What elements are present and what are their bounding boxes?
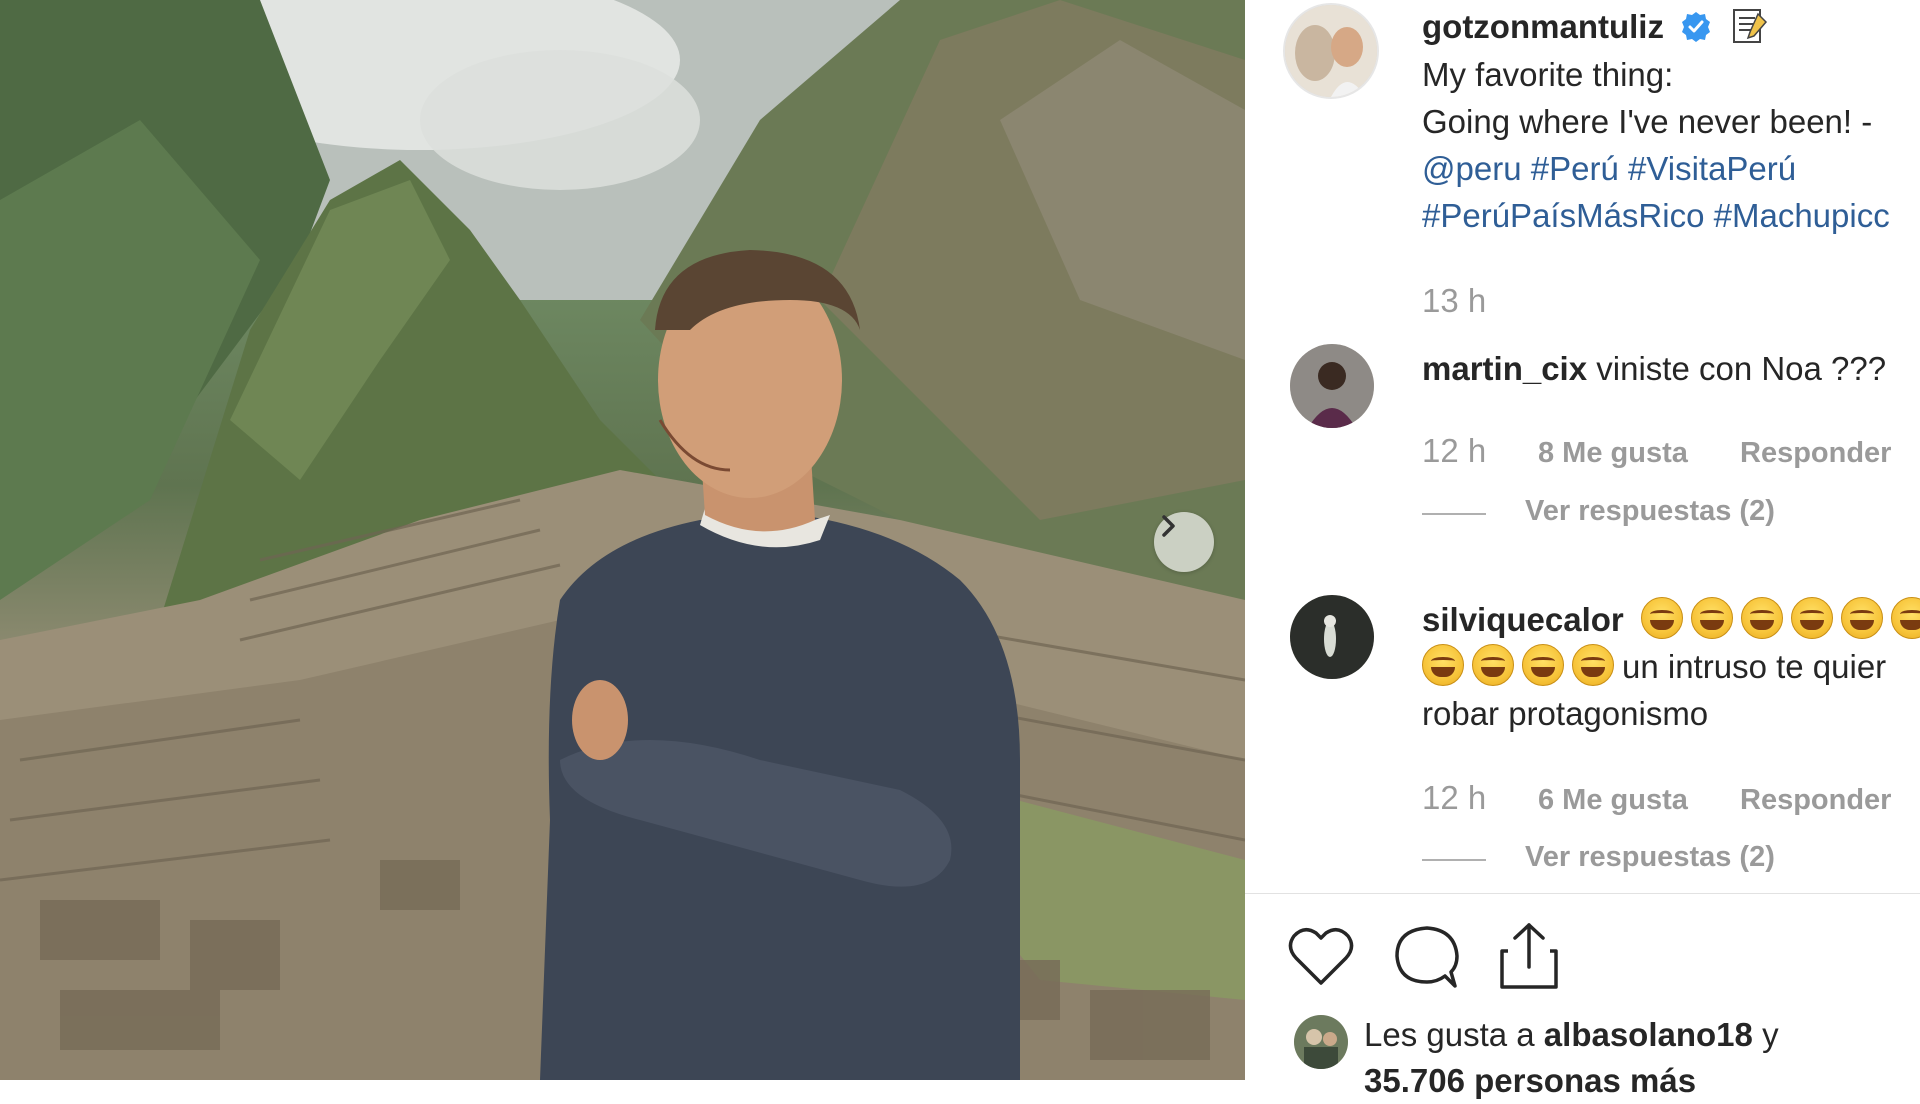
post-timestamp[interactable]: 13 h	[1422, 282, 1486, 320]
liked-by-user[interactable]: albasolano18	[1544, 1016, 1753, 1053]
likes-count[interactable]: 35.706 personas más	[1364, 1057, 1696, 1104]
laughing-emoji-icon	[1790, 597, 1833, 639]
laughing-emoji-icon	[1740, 597, 1783, 639]
comment-text-row: silviquecalor	[1422, 596, 1920, 643]
share-icon	[1500, 923, 1558, 989]
liked-by-summary: Les gusta a albasolano18 y	[1364, 1011, 1779, 1058]
machu-picchu-scene	[0, 0, 1245, 1080]
share-button[interactable]	[1498, 921, 1560, 996]
reply-button[interactable]: Responder	[1740, 437, 1891, 470]
chevron-right-icon	[1162, 515, 1175, 537]
comment-timestamp[interactable]: 12 h	[1422, 432, 1486, 470]
caption-line-2: Going where I've never been! -	[1422, 103, 1873, 140]
liked-by-suffix: y	[1762, 1016, 1779, 1053]
laughing-emoji-icon	[1890, 597, 1920, 639]
comment-text: un intruso te quier	[1622, 648, 1887, 685]
comment-icon	[1395, 926, 1459, 988]
replies-rule	[1422, 513, 1486, 515]
next-photo-button[interactable]	[1154, 512, 1214, 572]
memo-icon	[1733, 9, 1768, 43]
verified-badge-icon	[1682, 12, 1711, 42]
commenter-avatar[interactable]	[1290, 344, 1374, 428]
comment-text-line-3: robar protagonismo	[1422, 695, 1709, 732]
hashtag-link[interactable]: #Machupicc	[1714, 197, 1890, 234]
author-avatar[interactable]	[1283, 3, 1379, 99]
view-replies-link[interactable]: Ver respuestas (2)	[1525, 495, 1775, 528]
hashtag-link[interactable]: #PerúPaísMásRico	[1422, 197, 1704, 234]
comment-timestamp[interactable]: 12 h	[1422, 779, 1486, 817]
post-photo	[0, 0, 1245, 1080]
liker-avatar[interactable]	[1294, 1015, 1348, 1069]
view-replies-link[interactable]: Ver respuestas (2)	[1525, 841, 1775, 874]
laughing-emoji-icon	[1422, 644, 1464, 686]
laughing-emoji-icon	[1640, 597, 1683, 639]
comment-likes[interactable]: 6 Me gusta	[1538, 784, 1688, 817]
laughing-emoji-icon	[1522, 644, 1564, 686]
caption-tags-line-2: #PerúPaísMásRico #Machupicc	[1422, 192, 1890, 239]
commenter-username[interactable]: silviquecalor	[1422, 601, 1624, 638]
laughing-emoji-icon	[1572, 644, 1614, 686]
caption-tags-line-1: @peru #Perú #VisitaPerú	[1422, 145, 1796, 192]
liked-by-prefix: Les gusta a	[1364, 1016, 1535, 1053]
comment-text: viniste con Noa ???	[1596, 350, 1887, 387]
laughing-emoji-icon	[1472, 644, 1514, 686]
hashtag-link[interactable]: #Perú	[1531, 150, 1619, 187]
commenter-username[interactable]: martin_cix	[1422, 350, 1587, 387]
caption-line-1: My favorite thing:	[1422, 56, 1674, 93]
like-button[interactable]	[1288, 925, 1354, 992]
caption-header: gotzonmantuliz	[1422, 3, 1770, 50]
heart-icon	[1288, 927, 1354, 985]
laughing-emoji-icon	[1690, 597, 1733, 639]
section-divider	[1245, 893, 1920, 894]
laughing-emoji-icon	[1840, 597, 1883, 639]
replies-rule	[1422, 859, 1486, 861]
comment-text-line-2: un intruso te quier	[1422, 643, 1886, 690]
mention-link[interactable]: @peru	[1422, 150, 1522, 187]
comment-button[interactable]	[1393, 924, 1461, 995]
comment-text-row: martin_cix viniste con Noa ???	[1422, 345, 1886, 392]
post-details-panel: gotzonmantuliz My favorite thing: Going …	[1245, 0, 1920, 1099]
comment-likes[interactable]: 8 Me gusta	[1538, 437, 1688, 470]
author-username[interactable]: gotzonmantuliz	[1422, 8, 1664, 45]
commenter-avatar[interactable]	[1290, 595, 1374, 679]
hashtag-link[interactable]: #VisitaPerú	[1628, 150, 1796, 187]
reply-button[interactable]: Responder	[1740, 784, 1891, 817]
